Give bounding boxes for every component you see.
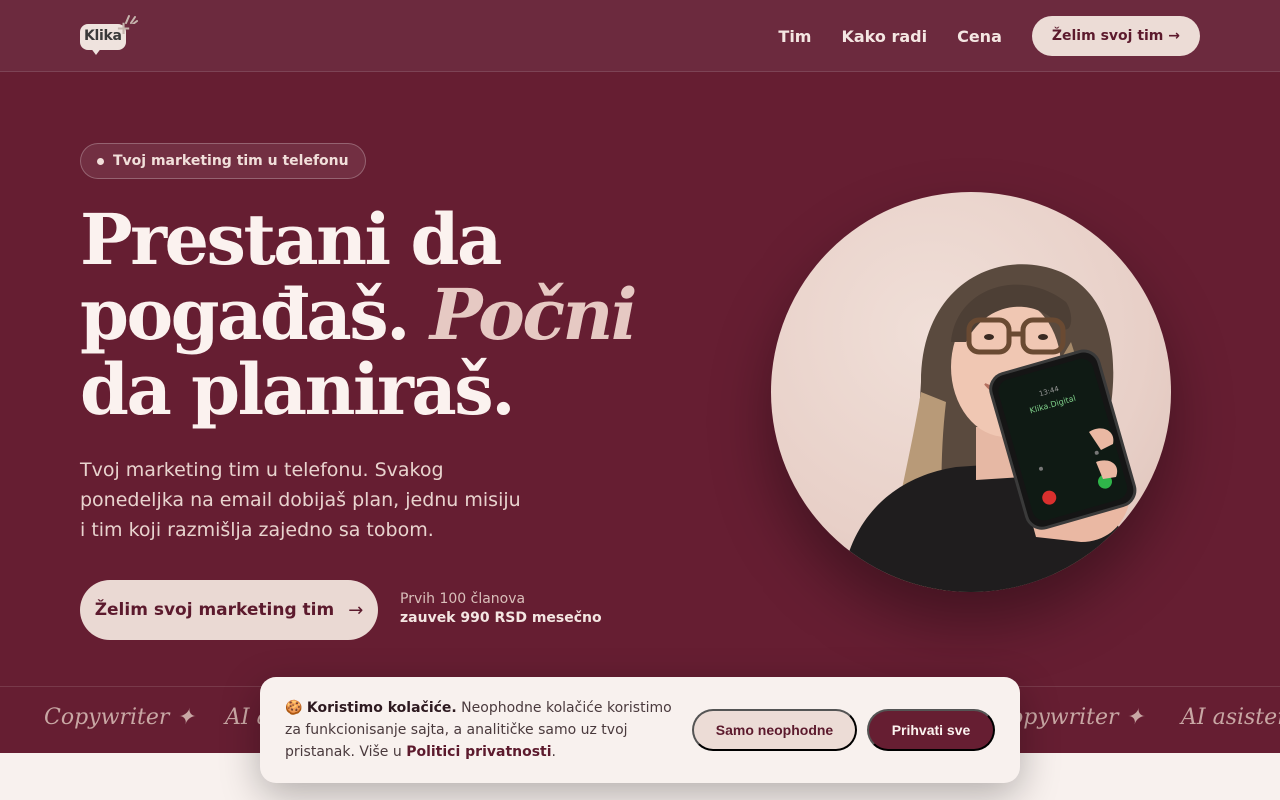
klika-logo[interactable]: Klika + [80, 14, 138, 56]
cookie-text: 🍪 Koristimo kolačiće. Neophodne kolačiće… [285, 697, 680, 763]
hero-portrait: 13:44 Klika.Digital [771, 192, 1171, 592]
cookie-banner: 🍪 Koristimo kolačiće. Neophodne kolačiće… [260, 677, 1020, 783]
nav-link-kako-radi[interactable]: Kako radi [841, 27, 927, 46]
hero-badge-label: Tvoj marketing tim u telefonu [113, 153, 349, 169]
hero-cta-label: Želim svoj marketing tim [94, 600, 335, 620]
offer-line-2: zauvek 990 RSD mesečno [400, 610, 602, 626]
hero-badge: Tvoj marketing tim u telefonu [80, 143, 366, 179]
main-nav: Tim Kako radi Cena Želim svoj tim → [748, 0, 1200, 72]
headline-italic: Počni [429, 273, 638, 356]
headline-line-3: da planiraš. [80, 348, 516, 431]
marquee-item: AI asistent [1181, 705, 1280, 730]
cookie-end: . [551, 744, 556, 760]
marquee-item: opywriter ✦ [1010, 705, 1144, 730]
headline-line-1: Prestani da [80, 198, 502, 281]
site-header: Klika + Tim Kako radi Cena Želim svoj ti… [0, 0, 1280, 72]
hero-cta-button[interactable]: Želim svoj marketing tim → [80, 580, 378, 640]
hero-subtext: Tvoj marketing tim u telefonu. Svakog po… [80, 459, 521, 541]
offer-note: Prvih 100 članova zauvek 990 RSD mesečno [400, 590, 602, 628]
nav-link-cena[interactable]: Cena [957, 27, 1002, 46]
arrow-right-icon: → [348, 599, 364, 621]
badge-dot-icon [97, 157, 104, 165]
offer-line-1: Prvih 100 članova [400, 591, 526, 607]
cookie-icon: 🍪 [285, 700, 303, 716]
cookie-title: Koristimo kolačiće. [306, 700, 457, 716]
logo-rays-icon [125, 15, 138, 24]
hero-headline: Prestani da pogađaš. Počni da planiraš. [80, 202, 700, 427]
nav-link-tim[interactable]: Tim [778, 27, 811, 46]
necessary-only-button[interactable]: Samo neophodne [692, 709, 857, 751]
accept-all-button[interactable]: Prihvati sve [867, 709, 995, 751]
headline-line-2: pogađaš. [80, 273, 411, 356]
logo-bubble-tail [90, 47, 102, 55]
woman-with-phone-illustration: 13:44 Klika.Digital [841, 264, 1137, 592]
header-cta-button[interactable]: Želim svoj tim → [1031, 16, 1200, 56]
privacy-policy-link[interactable]: Politici privatnosti [406, 744, 551, 760]
marquee-item: Copywriter ✦ [44, 705, 195, 730]
